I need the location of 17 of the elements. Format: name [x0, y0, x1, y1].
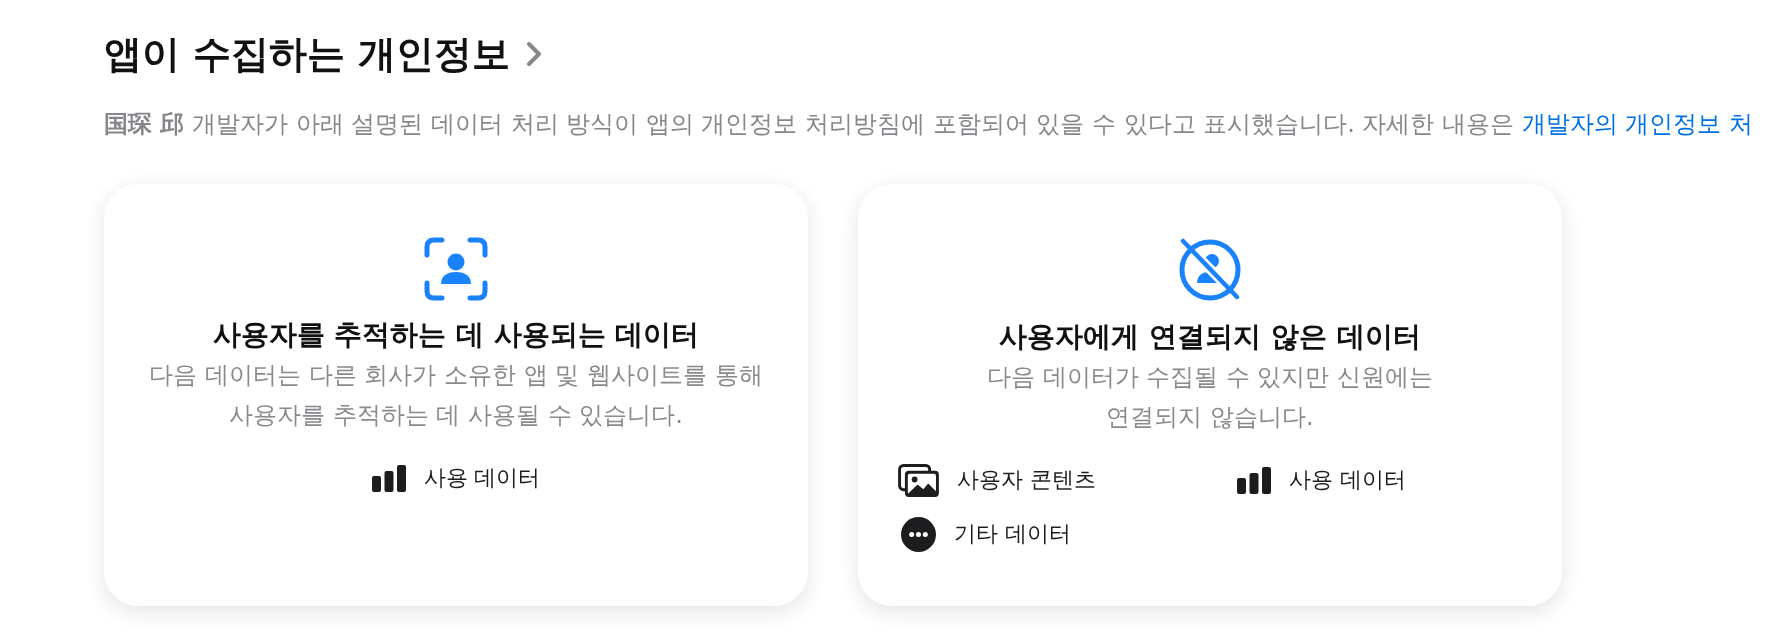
ellipsis-circle-icon	[901, 516, 936, 552]
data-type-label: 기타 데이터	[954, 520, 1071, 548]
card-description: 다음 데이터는 다른 회사가 소유한 앱 및 웹사이트를 통해 사용자를 추적하는 데 사용될 수 있습니다.	[149, 360, 763, 431]
chevron-right-icon	[526, 41, 543, 67]
data-type-label: 사용 데이터	[1289, 466, 1406, 494]
data-type-label: 사용자 콘텐츠	[957, 466, 1096, 494]
bar-chart-icon	[371, 464, 406, 492]
developer-notice: 国琛 邱 개발자가 아래 설명된 데이터 처리 방식이 앱의 개인정보 처리방침에 포함되어 있을 수 있다고 표시했습니다. 자세한 내용은 개발자의 개인정보 처	[104, 109, 1754, 140]
section-heading-link[interactable]: 앱이 수집하는 개인정보	[104, 30, 543, 78]
card-title: 사용자를 추적하는 데 사용되는 데이터	[212, 317, 700, 353]
privacy-policy-link[interactable]: 개발자의 개인정보 처	[1521, 110, 1753, 138]
data-type-label: 사용 데이터	[423, 464, 541, 492]
photos-icon	[898, 463, 939, 497]
bar-chart-icon	[1237, 466, 1271, 494]
card-title: 사용자에게 연결되지 않은 데이터	[999, 319, 1421, 355]
card-description: 다음 데이터가 수집될 수 있지만 신원에는 연결되지 않습니다.	[986, 362, 1434, 433]
person-frame-icon	[424, 237, 488, 301]
